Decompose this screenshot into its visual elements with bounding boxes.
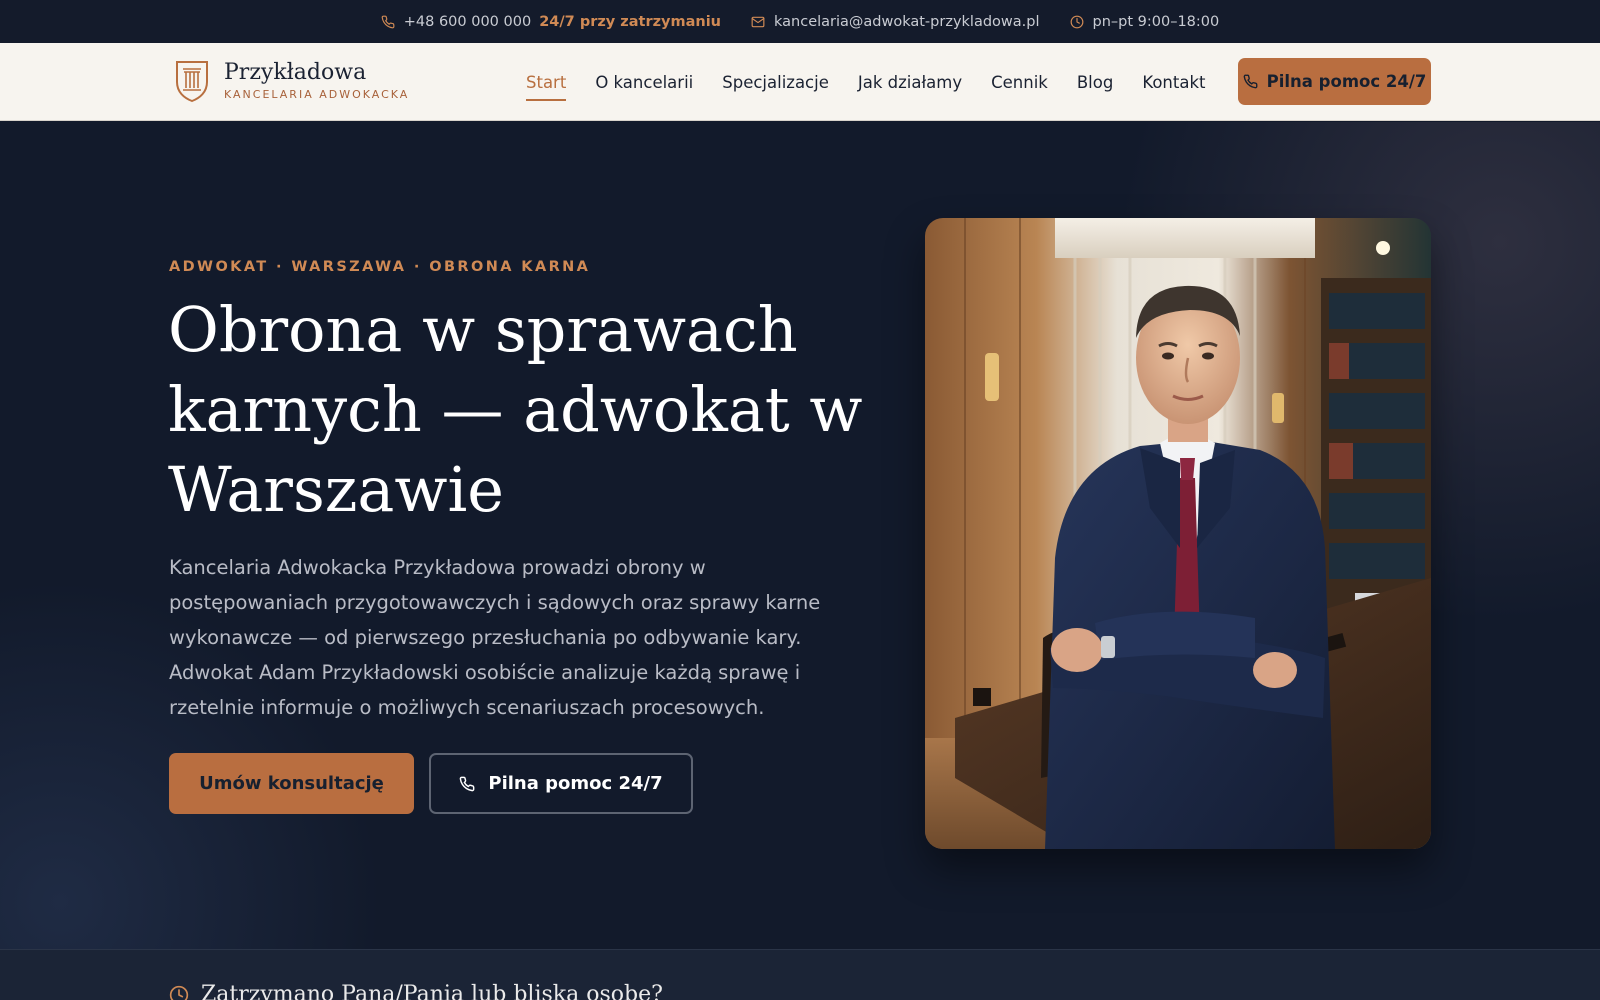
nav-item-jak-dzialamy[interactable]: Jak działamy (858, 73, 962, 92)
brand-name: Przykładowa (224, 60, 367, 86)
nav-item-o-kancelarii[interactable]: O kancelarii (595, 73, 693, 92)
nav-item-blog[interactable]: Blog (1077, 73, 1113, 92)
main-nav: Start O kancelarii Specjalizacje Jak dzi… (526, 43, 1235, 121)
phone-icon (381, 15, 395, 28)
urgent-help-button[interactable]: Pilna pomoc 24/7 (1238, 58, 1431, 105)
topbar-hours: pn–pt 9:00–18:00 (1070, 13, 1220, 30)
top-info-bar: +48 600 000 000 24/7 przy zatrzymaniu ka… (0, 0, 1600, 43)
topbar-email-address: kancelaria@adwokat-przykladowa.pl (774, 13, 1040, 30)
arrest-alert-strip: Zatrzymano Pana/Panią lub bliską osobę? (0, 949, 1600, 1000)
mail-icon (751, 16, 765, 27)
pillar-shield-icon (176, 61, 208, 103)
clock-icon (169, 985, 189, 1000)
topbar-hours-text: pn–pt 9:00–18:00 (1092, 13, 1220, 30)
nav-item-specjalizacje[interactable]: Specjalizacje (722, 73, 829, 92)
phone-icon (1243, 74, 1258, 89)
topbar-phone-number: +48 600 000 000 (403, 13, 532, 30)
lawyer-portrait-image (925, 218, 1431, 849)
hero-section: ADWOKAT · WARSZAWA · OBRONA KARNA Obrona… (0, 122, 1600, 949)
nav-item-kontakt[interactable]: Kontakt (1142, 73, 1205, 92)
hero-title: Obrona w sprawach karnych — adwokat w Wa… (168, 293, 863, 526)
urgent-help-hero-button[interactable]: Pilna pomoc 24/7 (429, 753, 693, 814)
book-consultation-button[interactable]: Umów konsultację (169, 753, 414, 814)
site-header: Przykładowa KANCELARIA ADWOKACKA Start O… (0, 43, 1600, 121)
nav-item-cennik[interactable]: Cennik (991, 73, 1048, 92)
clock-icon (1070, 15, 1083, 28)
urgent-help-hero-label: Pilna pomoc 24/7 (488, 773, 663, 794)
brand-logo[interactable]: Przykładowa KANCELARIA ADWOKACKA (174, 59, 409, 103)
hero-lead: Kancelaria Adwokacka Przykładowa prowadz… (169, 556, 821, 719)
nav-item-start[interactable]: Start (526, 73, 567, 101)
phone-icon (460, 776, 475, 791)
topbar-email[interactable]: kancelaria@adwokat-przykladowa.pl (751, 14, 1040, 30)
topbar-phone-note: 24/7 przy zatrzymaniu (539, 13, 721, 30)
book-consultation-label: Umów konsultację (199, 773, 384, 794)
topbar-phone[interactable]: +48 600 000 000 24/7 przy zatrzymaniu (381, 14, 721, 30)
hero-eyebrow: ADWOKAT · WARSZAWA · OBRONA KARNA (169, 259, 591, 275)
brand-subtitle: KANCELARIA ADWOKACKA (224, 87, 410, 101)
urgent-help-label: Pilna pomoc 24/7 (1266, 72, 1427, 91)
arrest-alert-heading: Zatrzymano Pana/Panią lub bliską osobę? (201, 982, 663, 1000)
